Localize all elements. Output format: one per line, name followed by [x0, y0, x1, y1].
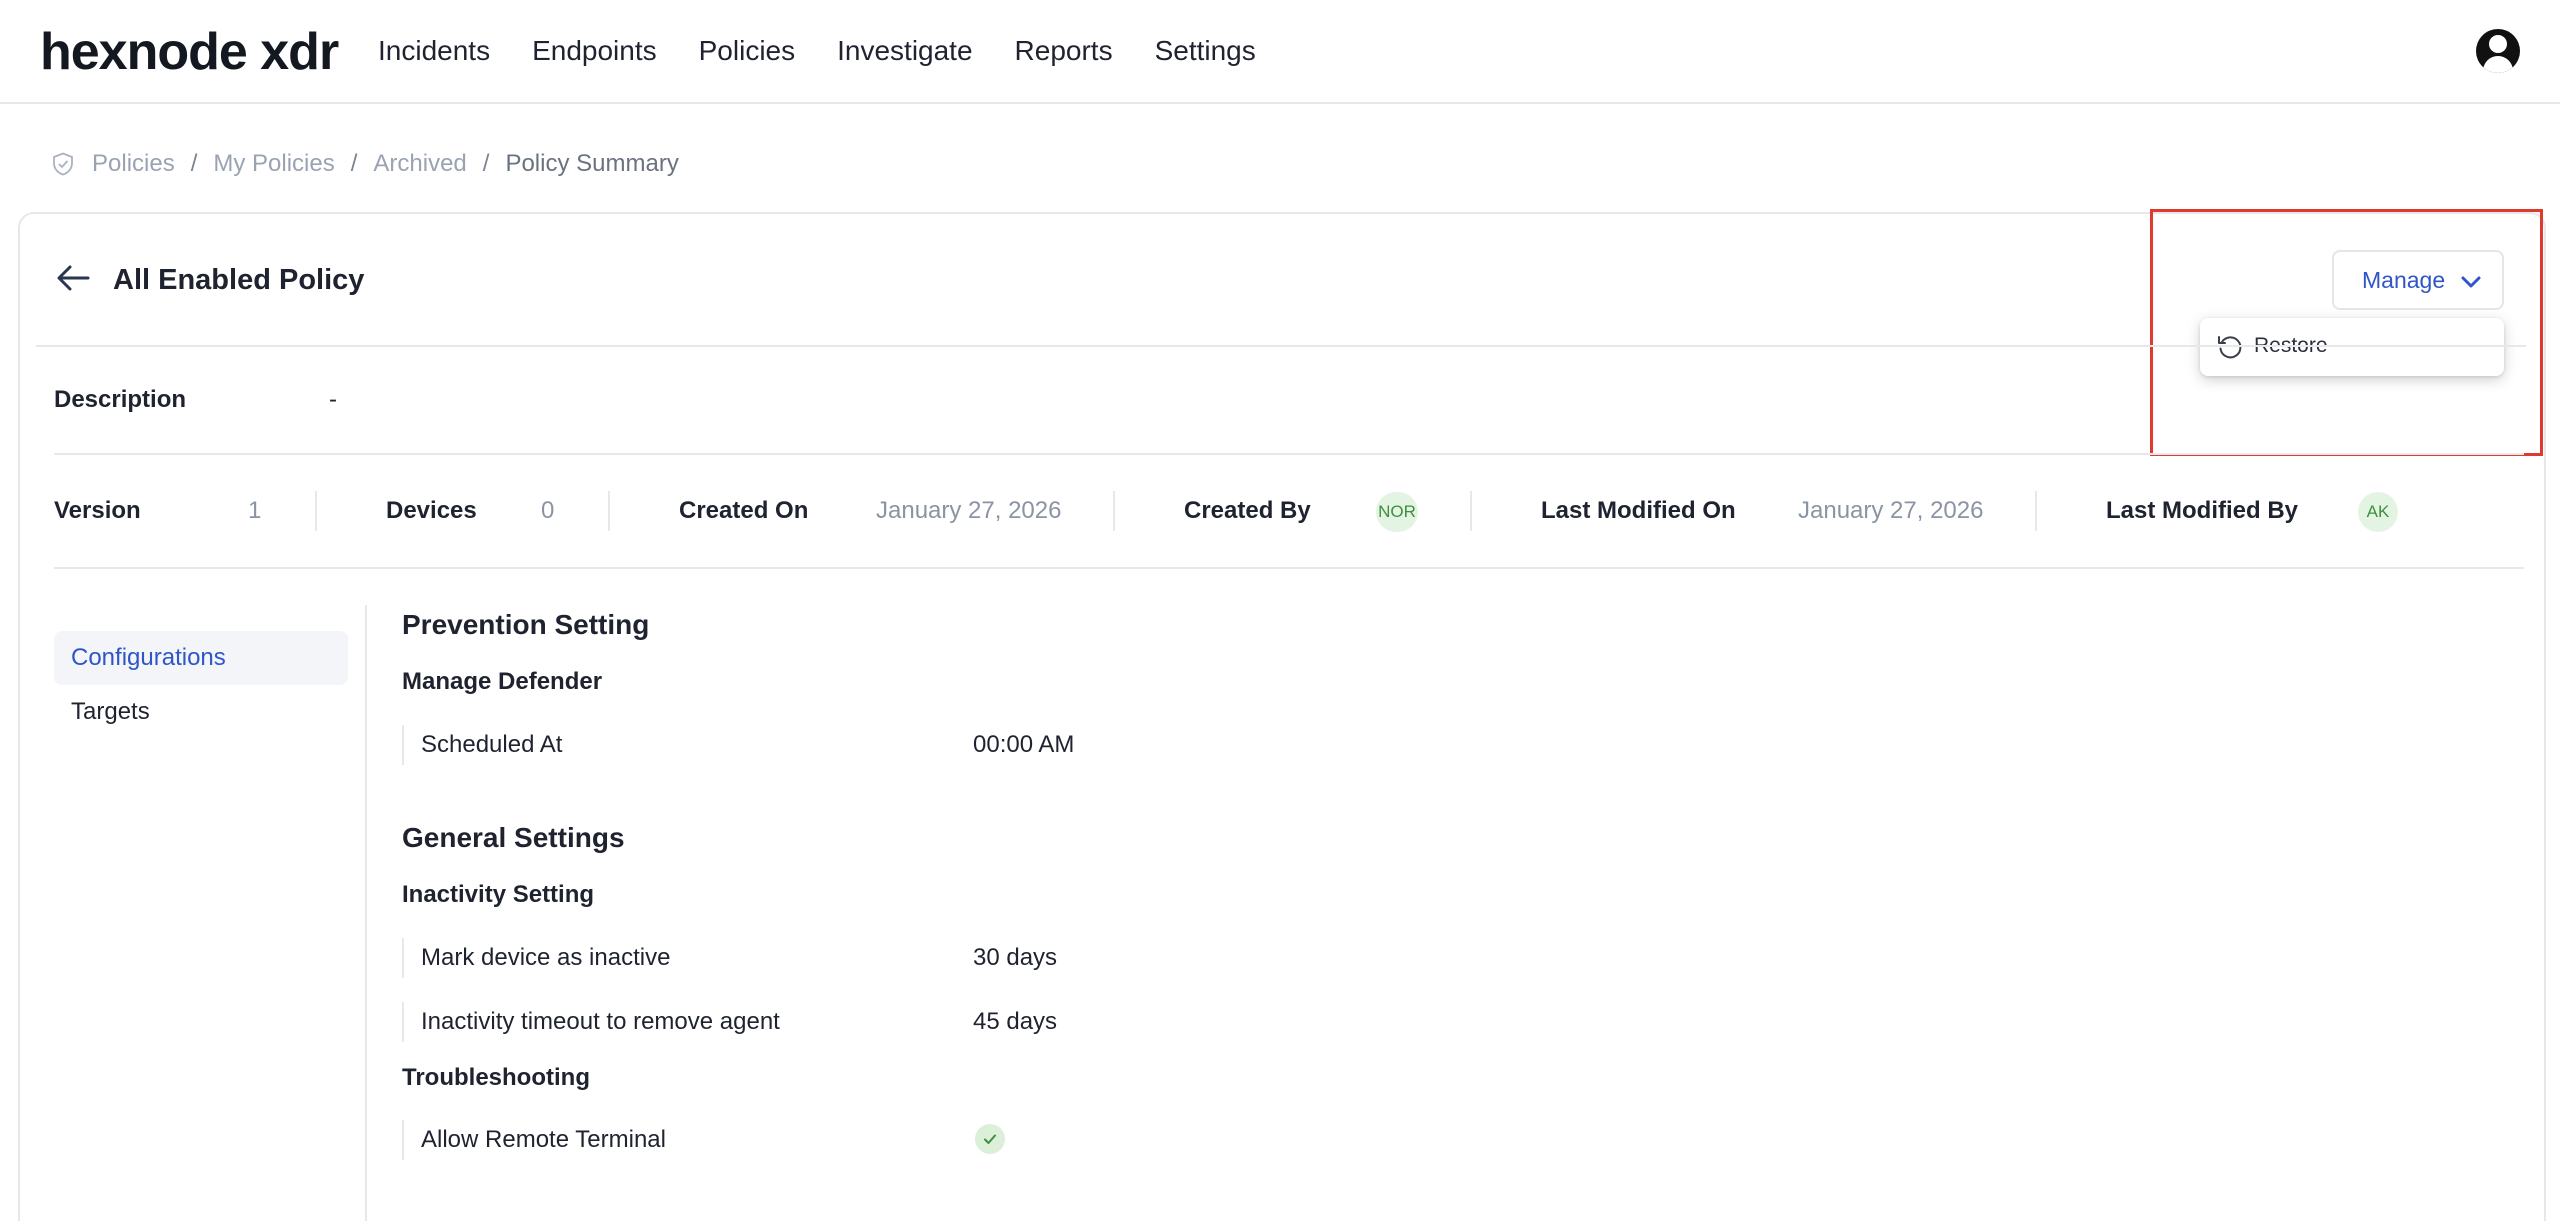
tabs-divider: [365, 605, 367, 1221]
inactivity-timeout-label: Inactivity timeout to remove agent: [421, 1008, 780, 1035]
nav-settings[interactable]: Settings: [1155, 30, 1256, 72]
tab-configurations[interactable]: Configurations: [54, 631, 348, 685]
nav-endpoints[interactable]: Endpoints: [532, 30, 657, 72]
row-indicator: [402, 1120, 404, 1160]
prevention-setting-title: Prevention Setting: [402, 609, 650, 640]
row-indicator: [402, 938, 404, 978]
breadcrumb-my-policies[interactable]: My Policies: [213, 150, 334, 178]
breadcrumb-current: Policy Summary: [505, 150, 679, 177]
meta-separator: [315, 491, 317, 531]
meta-separator: [1113, 491, 1115, 531]
back-arrow-icon[interactable]: [56, 264, 90, 292]
breadcrumb-separator: /: [190, 150, 198, 177]
description-divider: [54, 453, 2524, 455]
top-nav: hexnode xdr Incidents Endpoints Policies…: [0, 0, 2560, 104]
breadcrumb-separator: /: [482, 150, 490, 177]
last-modified-on-label: Last Modified On: [1541, 497, 1736, 524]
inactivity-setting-title: Inactivity Setting: [402, 881, 595, 908]
breadcrumb-policies[interactable]: Policies: [92, 150, 175, 178]
description-value: -: [329, 386, 337, 413]
general-settings-title: General Settings: [402, 822, 625, 853]
created-by-avatar: NOR: [1376, 492, 1418, 532]
last-modified-by-avatar: AK: [2358, 492, 2398, 532]
breadcrumb-separator: /: [350, 150, 358, 177]
main-nav: Incidents Endpoints Policies Investigate…: [378, 30, 1298, 72]
last-modified-by-label: Last Modified By: [2106, 497, 2299, 524]
app-logo[interactable]: hexnode xdr: [40, 22, 339, 82]
allow-remote-terminal-label: Allow Remote Terminal: [421, 1126, 666, 1153]
meta-separator: [2035, 491, 2037, 531]
page-title: All Enabled Policy: [113, 264, 365, 296]
created-on-label: Created On: [679, 497, 809, 524]
breadcrumb-archived[interactable]: Archived: [373, 150, 466, 178]
meta-divider: [54, 567, 2524, 569]
meta-separator: [1470, 491, 1472, 531]
breadcrumb: Policies / My Policies / Archived / Poli…: [52, 150, 679, 178]
mark-inactive-label: Mark device as inactive: [421, 944, 671, 971]
checkmark-glyph: [984, 1134, 996, 1144]
inactivity-timeout-value: 45 days: [973, 1008, 1058, 1035]
version-value: 1: [248, 497, 262, 524]
row-indicator: [402, 1002, 404, 1042]
description-label: Description: [54, 386, 187, 413]
mark-inactive-value: 30 days: [973, 944, 1058, 971]
scheduled-at-value: 00:00 AM: [973, 731, 1075, 758]
tab-targets[interactable]: Targets: [54, 685, 348, 739]
nav-investigate[interactable]: Investigate: [837, 30, 972, 72]
highlight-box: [2150, 209, 2543, 456]
row-indicator: [402, 725, 404, 765]
devices-label: Devices: [386, 497, 477, 524]
nav-policies[interactable]: Policies: [699, 30, 795, 72]
last-modified-on-value: January 27, 2026: [1798, 497, 1984, 524]
avatar-head: [2489, 35, 2507, 53]
nav-incidents[interactable]: Incidents: [378, 30, 490, 72]
shield-icon: [53, 152, 73, 176]
version-label: Version: [54, 497, 141, 524]
header-divider: [36, 345, 2526, 347]
devices-value: 0: [541, 497, 555, 524]
check-icon: [975, 1124, 1005, 1154]
created-on-value: January 27, 2026: [876, 497, 1062, 524]
nav-reports[interactable]: Reports: [1015, 30, 1113, 72]
scheduled-at-label: Scheduled At: [421, 731, 563, 758]
avatar-body: [2483, 56, 2513, 73]
manage-defender-title: Manage Defender: [402, 668, 603, 695]
troubleshooting-title: Troubleshooting: [402, 1064, 590, 1091]
user-avatar-icon[interactable]: [2476, 29, 2520, 73]
meta-separator: [608, 491, 610, 531]
created-by-label: Created By: [1184, 497, 1311, 524]
